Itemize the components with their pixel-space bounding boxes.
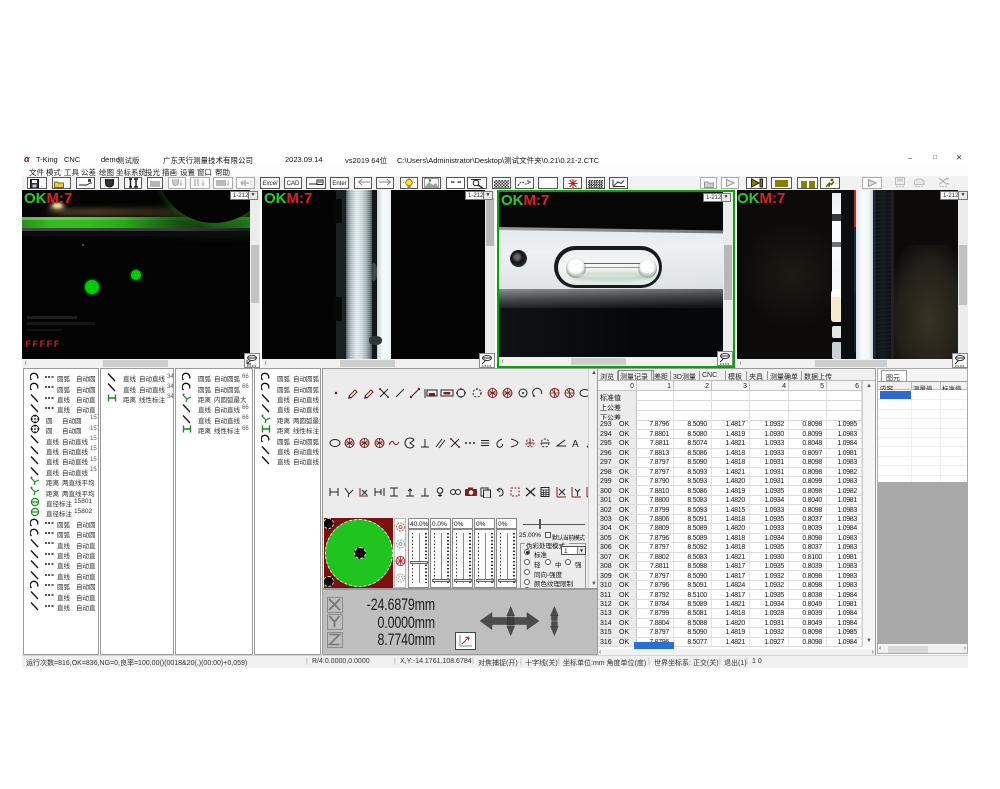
- svg-text:A: A: [572, 439, 579, 449]
